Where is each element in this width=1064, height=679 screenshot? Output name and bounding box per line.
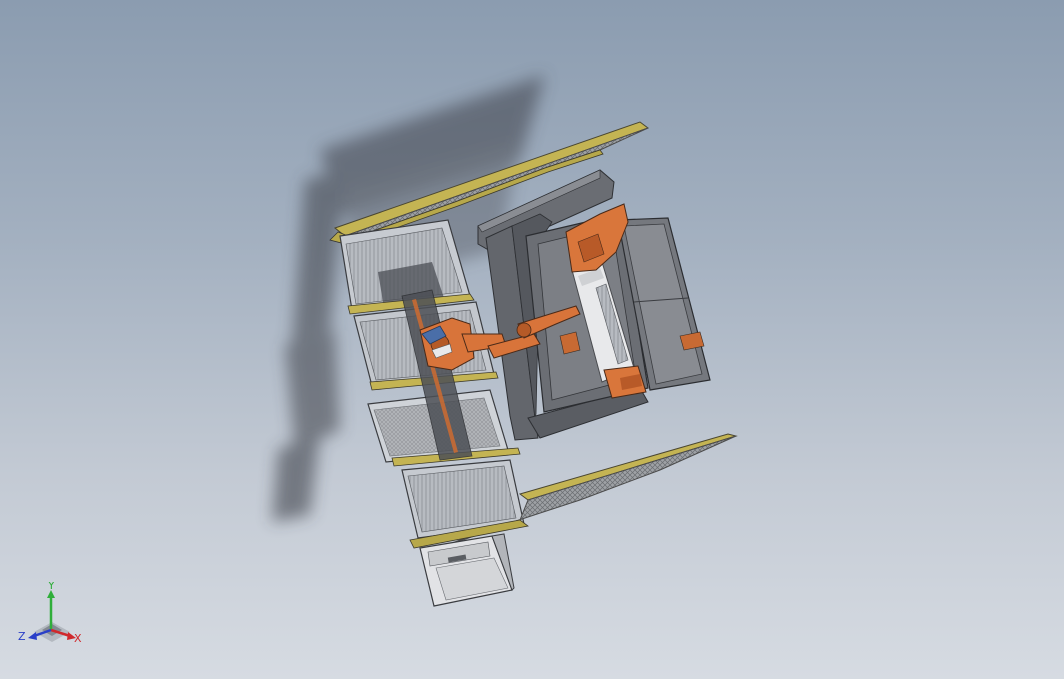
x-axis-label: X — [74, 632, 82, 645]
control-cabinet — [419, 533, 515, 607]
z-axis-label: Z — [18, 630, 26, 643]
positioner-cell — [525, 203, 711, 413]
coordinate-triad[interactable]: Y X Z — [14, 582, 88, 652]
3d-model-viewport[interactable] — [0, 0, 1064, 679]
y-axis-label: Y — [47, 582, 55, 592]
z-axis-arrow-icon — [28, 632, 37, 640]
